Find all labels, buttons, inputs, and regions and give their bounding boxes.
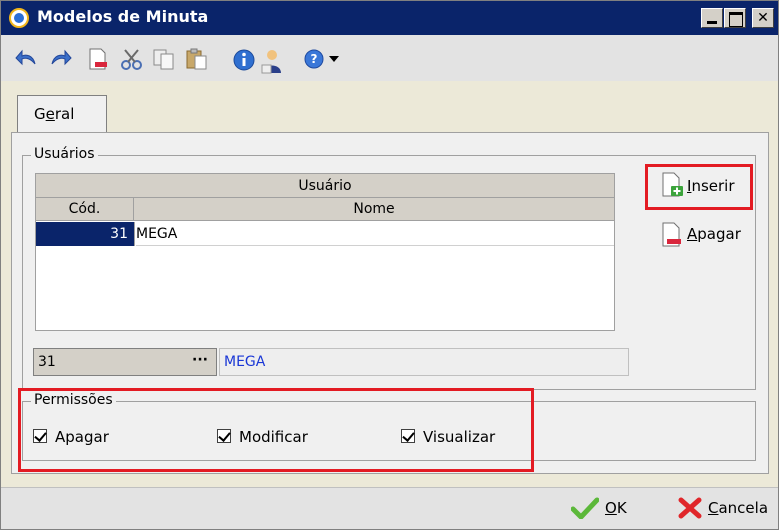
ok-accel: O [605, 499, 617, 517]
copy-icon[interactable] [152, 48, 176, 70]
app-icon [9, 8, 29, 28]
grid-divider [134, 222, 135, 246]
cancel-x-icon [678, 497, 702, 519]
column-header-nome[interactable]: Nome [134, 198, 614, 221]
user-icon[interactable] [259, 48, 285, 74]
title-bar[interactable]: Modelos de Minuta ✕ [1, 1, 778, 35]
redo-icon[interactable] [50, 48, 72, 68]
users-group-label: Usuários [31, 146, 98, 162]
window-title: Modelos de Minuta [37, 7, 209, 26]
users-group: Usuários Usuário Cód. Nome 31 MEGA Inser… [22, 146, 756, 390]
paste-icon[interactable] [185, 48, 209, 70]
dropdown-arrow-icon[interactable] [329, 56, 339, 62]
svg-text:?: ? [311, 52, 318, 66]
dialog-window: Modelos de Minuta ✕ ? Geral Usuários Usu… [0, 0, 779, 530]
cut-icon[interactable] [120, 48, 144, 70]
apagar-label-rest: pagar [697, 225, 741, 243]
user-code-value: 31 [38, 354, 56, 370]
user-code-field[interactable]: 31 ··· [33, 348, 217, 376]
grid-band-header: Usuário [36, 174, 614, 198]
tab-geral-label: Geral [34, 105, 74, 123]
table-row-cod-cell[interactable]: 31 [36, 222, 134, 246]
table-row-nome-cell[interactable]: MEGA [136, 222, 614, 246]
apagar-accel: A [687, 225, 698, 243]
cancel-label: Cancela [708, 499, 768, 517]
tab-label-accel: e [45, 105, 55, 123]
new-document-icon[interactable] [87, 48, 109, 70]
checkmark-icon [571, 497, 599, 519]
inserir-label-rest: nserir [691, 177, 735, 195]
apagar-label: Apagar [687, 225, 741, 243]
ok-label-rest: K [616, 499, 627, 517]
ok-label: OK [605, 499, 627, 517]
users-grid[interactable]: Usuário Cód. Nome 31 MEGA [35, 173, 615, 331]
column-header-cod[interactable]: Cód. [36, 198, 134, 221]
toolbar: ? [1, 35, 778, 81]
footer-bar: OK Cancela [1, 487, 778, 529]
cancel-label-rest: ancela [718, 499, 769, 517]
permissions-highlight [18, 388, 534, 472]
close-button[interactable]: ✕ [752, 8, 774, 28]
info-icon[interactable] [232, 48, 256, 72]
add-document-icon [662, 172, 683, 197]
undo-icon[interactable] [15, 48, 37, 68]
tab-geral[interactable]: Geral [17, 95, 107, 133]
tab-label-part: G [34, 105, 46, 123]
inserir-label: Inserir [687, 177, 735, 195]
tab-label-part: ral [54, 105, 75, 123]
inserir-button[interactable]: Inserir [653, 166, 753, 206]
help-icon[interactable]: ? [303, 48, 325, 70]
apagar-button[interactable]: Apagar [661, 220, 761, 250]
minimize-button[interactable] [701, 8, 723, 28]
delete-document-icon [662, 222, 681, 247]
cancel-accel: C [708, 499, 719, 517]
maximize-button[interactable] [724, 8, 746, 28]
lookup-button[interactable]: ··· [192, 347, 208, 373]
user-name-field: MEGA [219, 348, 629, 376]
